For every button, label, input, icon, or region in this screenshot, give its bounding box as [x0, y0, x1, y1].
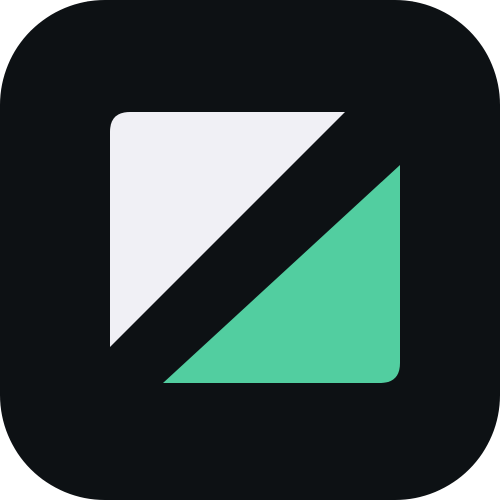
- icon-background: [0, 0, 500, 500]
- canvas: [0, 0, 500, 500]
- app-logo-icon: [0, 0, 500, 500]
